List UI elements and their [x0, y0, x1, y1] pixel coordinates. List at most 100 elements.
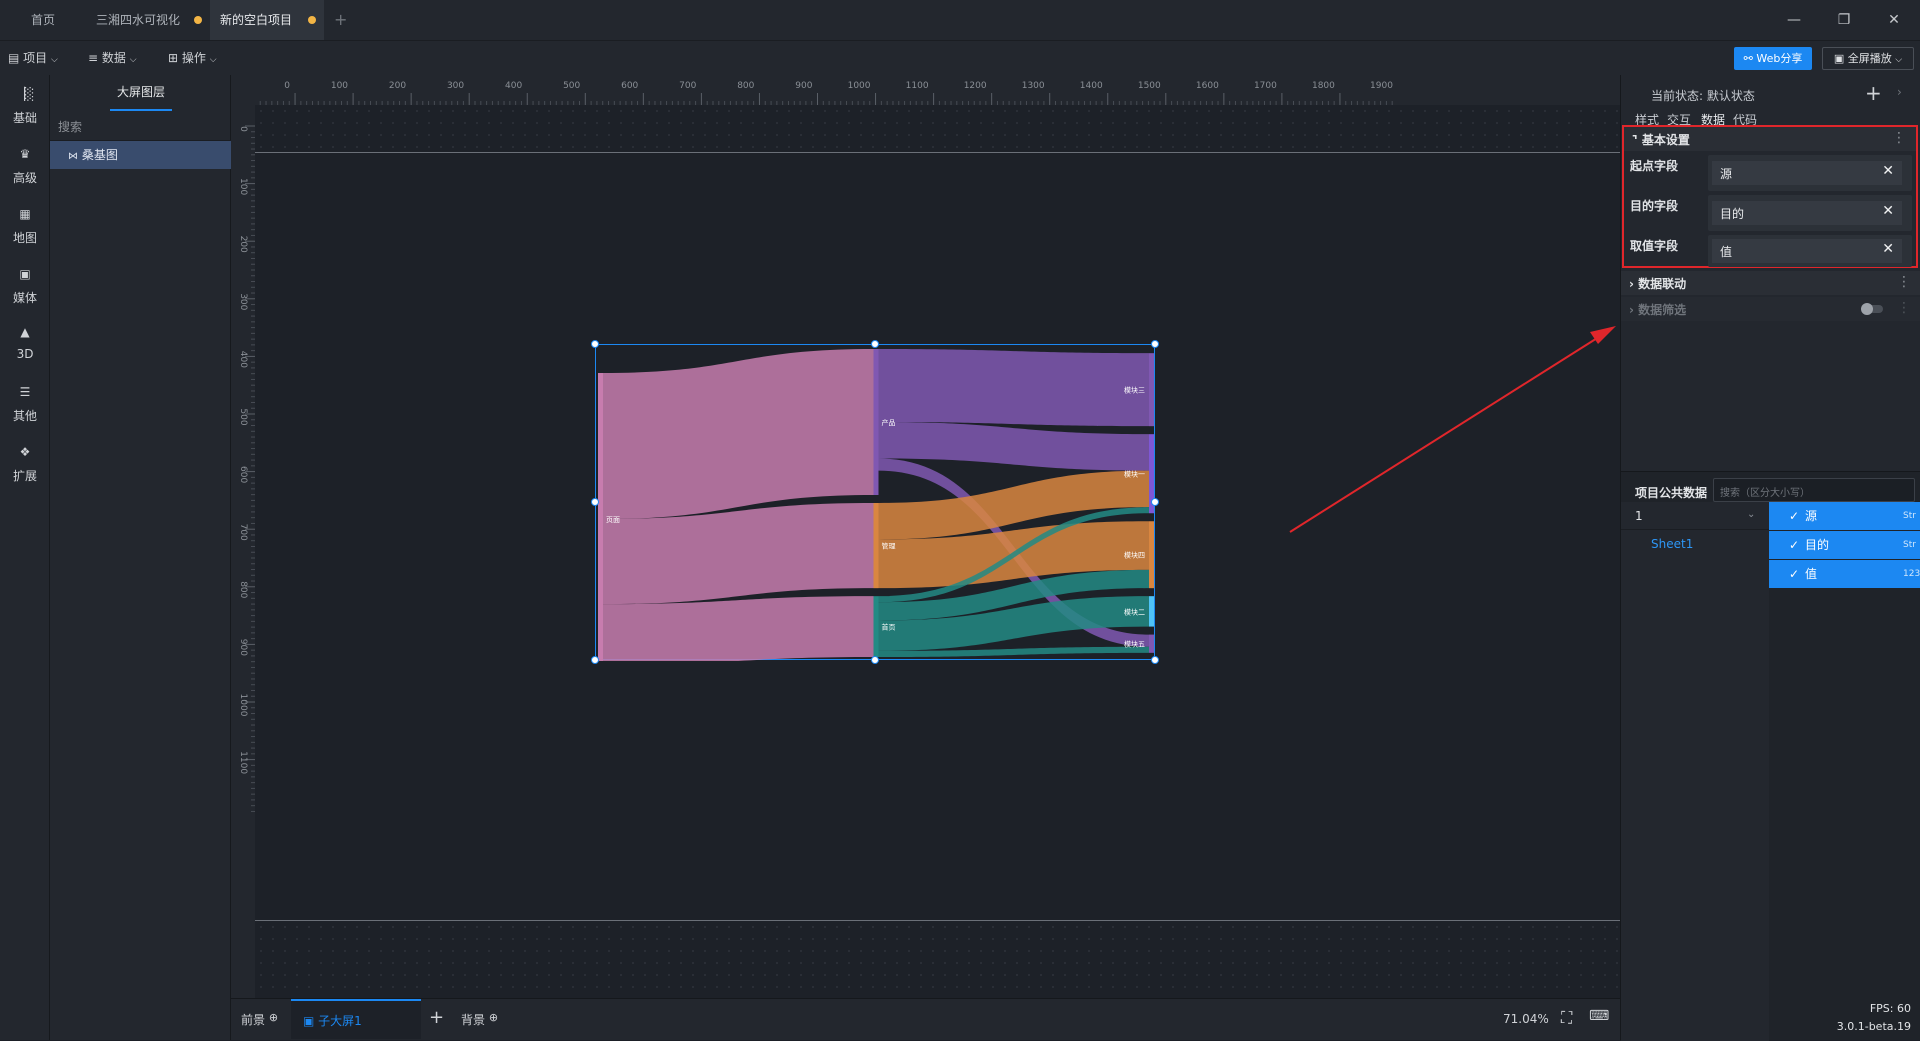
sankey-node-label: 模块二 [1124, 607, 1145, 616]
chevron-down-icon: ⌵ [51, 55, 58, 65]
layer-search-input[interactable]: 搜索 [50, 113, 231, 141]
source-field-value: 源 [1720, 167, 1733, 181]
clear-icon[interactable]: ✕ [1882, 241, 1894, 257]
resize-handle-ml[interactable] [591, 498, 599, 506]
sankey-link [603, 503, 874, 605]
resize-handle-br[interactable] [1151, 656, 1159, 664]
category-label: 地图 [12, 231, 37, 245]
category-3d[interactable]: ▲ 3D [0, 325, 50, 361]
resize-handle-tr[interactable] [1151, 340, 1159, 348]
category-advanced[interactable]: ♛ 高级 [0, 147, 50, 186]
category-media[interactable]: ▣ 媒体 [0, 267, 50, 306]
editor-canvas[interactable]: 0 100 200 300 400 500 600 700 800 900 1000 1100 1200… [231, 75, 1620, 998]
category-extend[interactable]: ❖ 扩展 [0, 445, 50, 484]
component-category-bar: ▕░ 基础 ♛ 高级 ▦ 地图 ▣ 媒体 ▲ 3D ☰ 其他 ❖ 扩展 [0, 75, 50, 1040]
camera-icon: ▣ [19, 267, 31, 281]
dataset-name: 1 [1635, 509, 1643, 523]
unsaved-dot-icon [308, 16, 316, 24]
zoom-level[interactable]: 71.04% [1503, 1012, 1549, 1026]
sankey-node-label: 页面 [606, 516, 620, 524]
ruler-label: 100 [238, 178, 248, 195]
sankey-widget[interactable]: 页面 产品 管理 首页 模块三 模块一 模块四 模块二 模块五 [595, 344, 1155, 661]
close-icon[interactable]: ✕ [1874, 0, 1914, 40]
background-tab[interactable]: 背景 ⊕ [461, 1011, 498, 1028]
more-icon[interactable]: ⋮ [1897, 274, 1911, 290]
ruler-label: 1100 [238, 751, 248, 774]
ruler-label: 0 [238, 126, 248, 132]
add-tab-button[interactable]: + [334, 0, 354, 40]
resize-handle-tm[interactable] [871, 340, 879, 348]
sankey-node [1149, 634, 1154, 653]
tab-label: 首页 [30, 13, 55, 27]
sub-screen-label: 子大屏1 [318, 1014, 362, 1028]
sankey-link [878, 422, 1149, 471]
sheet-item[interactable]: Sheet1 [1621, 530, 1769, 558]
category-map[interactable]: ▦ 地图 [0, 207, 50, 246]
resize-handle-tl[interactable] [591, 340, 599, 348]
resize-handle-bl[interactable] [591, 656, 599, 664]
ruler-label: 1500 [1138, 81, 1161, 91]
ruler-label: 500 [238, 408, 248, 425]
sankey-link [603, 349, 874, 519]
resize-handle-mr[interactable] [1151, 498, 1159, 506]
column-item[interactable]: ✓ 目的 Str [1769, 531, 1920, 559]
value-field-select[interactable]: 值 ✕ [1708, 235, 1912, 267]
clear-icon[interactable]: ✕ [1882, 203, 1894, 219]
play-icon: ▣ [1833, 52, 1845, 65]
ruler-label: 1700 [1254, 81, 1277, 91]
foreground-tab[interactable]: 前景 ⊕ [241, 1011, 278, 1028]
project-menu-label: 项目 [23, 51, 48, 65]
sankey-node [873, 503, 879, 589]
sankey-node [1149, 353, 1154, 427]
target-field-value: 目的 [1720, 207, 1745, 221]
column-item[interactable]: ✓ 源 Str [1769, 502, 1920, 530]
data-link-header[interactable]: › 数据联动 ⋮ [1621, 271, 1920, 295]
restore-icon[interactable]: ❐ [1824, 0, 1864, 40]
ruler-label: 100 [331, 81, 348, 91]
sankey-node-label: 模块四 [1124, 551, 1145, 560]
keyboard-icon[interactable]: ⌨ [1589, 1008, 1609, 1024]
sankey-chart: 页面 产品管理首页 模块三模块一模块四模块二模块五 [598, 349, 1154, 661]
data-menu[interactable]: ≡ 数据 ⌵ [88, 41, 137, 75]
tab-home[interactable]: 首页 [0, 0, 86, 40]
sankey-node-label: 首页 [882, 623, 896, 632]
layer-item[interactable]: ⋈ 桑基图 [50, 141, 231, 169]
fullscreen-button[interactable]: ▣ 全屏播放 ⌵ [1822, 47, 1914, 70]
sub-screen-tab[interactable]: ▣ 子大屏1 [291, 999, 421, 1039]
column-item[interactable]: ✓ 值 123 [1769, 560, 1920, 588]
tab-new-project[interactable]: 新的空白项目 [210, 0, 324, 40]
sankey-node [1149, 521, 1154, 589]
chevron-right-icon[interactable]: › [1897, 85, 1902, 99]
category-other[interactable]: ☰ 其他 [0, 385, 50, 424]
dataset-item[interactable]: 1 ⌄ [1621, 502, 1769, 530]
operate-menu[interactable]: ⊞ 操作 ⌵ [168, 41, 217, 75]
database-icon: ≡ [88, 51, 99, 65]
chevron-down-icon: ⌵ [1895, 55, 1903, 65]
horizontal-ruler-ticks: 0 100 200 300 400 500 600 700 800 900 1000 1100 1200… [236, 81, 1393, 105]
canvas-outside-bottom [255, 920, 1620, 998]
basic-settings-header[interactable]: ⌝ 基本设置 ⋮ [1624, 127, 1916, 151]
layer-panel-tab[interactable]: 大屏图层 [110, 75, 172, 111]
more-icon[interactable]: ⋮ [1897, 300, 1911, 316]
more-icon[interactable]: ⋮ [1892, 130, 1906, 146]
tab-sanxiang[interactable]: 三湘四水可视化 [86, 0, 210, 40]
add-state-button[interactable]: + [1865, 81, 1882, 105]
minimize-icon[interactable]: — [1774, 0, 1814, 40]
target-field-select[interactable]: 目的 ✕ [1708, 195, 1912, 231]
ruler-label: 0 [284, 81, 290, 91]
category-basic[interactable]: ▕░ 基础 [0, 87, 50, 126]
category-label: 基础 [12, 111, 37, 125]
basic-settings-title: ⌝ 基本设置 [1632, 133, 1690, 147]
resize-handle-bm[interactable] [871, 656, 879, 664]
web-share-button[interactable]: ⚯ Web分享 [1734, 47, 1812, 70]
project-menu[interactable]: ▤ 项目 ⌵ [8, 41, 58, 75]
add-sub-screen-button[interactable]: + [429, 1007, 444, 1028]
version-label: 3.0.1-beta.19 [1836, 1020, 1911, 1033]
target-field-tag: 目的 ✕ [1712, 201, 1902, 225]
public-data-search[interactable]: 搜索（区分大小写） [1713, 478, 1915, 502]
source-field-select[interactable]: 源 ✕ [1708, 155, 1912, 191]
state-value[interactable]: 默认状态 [1707, 89, 1755, 103]
clear-icon[interactable]: ✕ [1882, 163, 1894, 179]
fit-screen-icon[interactable]: ⛶ [1561, 1008, 1572, 1028]
data-filter-header[interactable]: › 数据筛选 ⋮ [1621, 297, 1920, 321]
